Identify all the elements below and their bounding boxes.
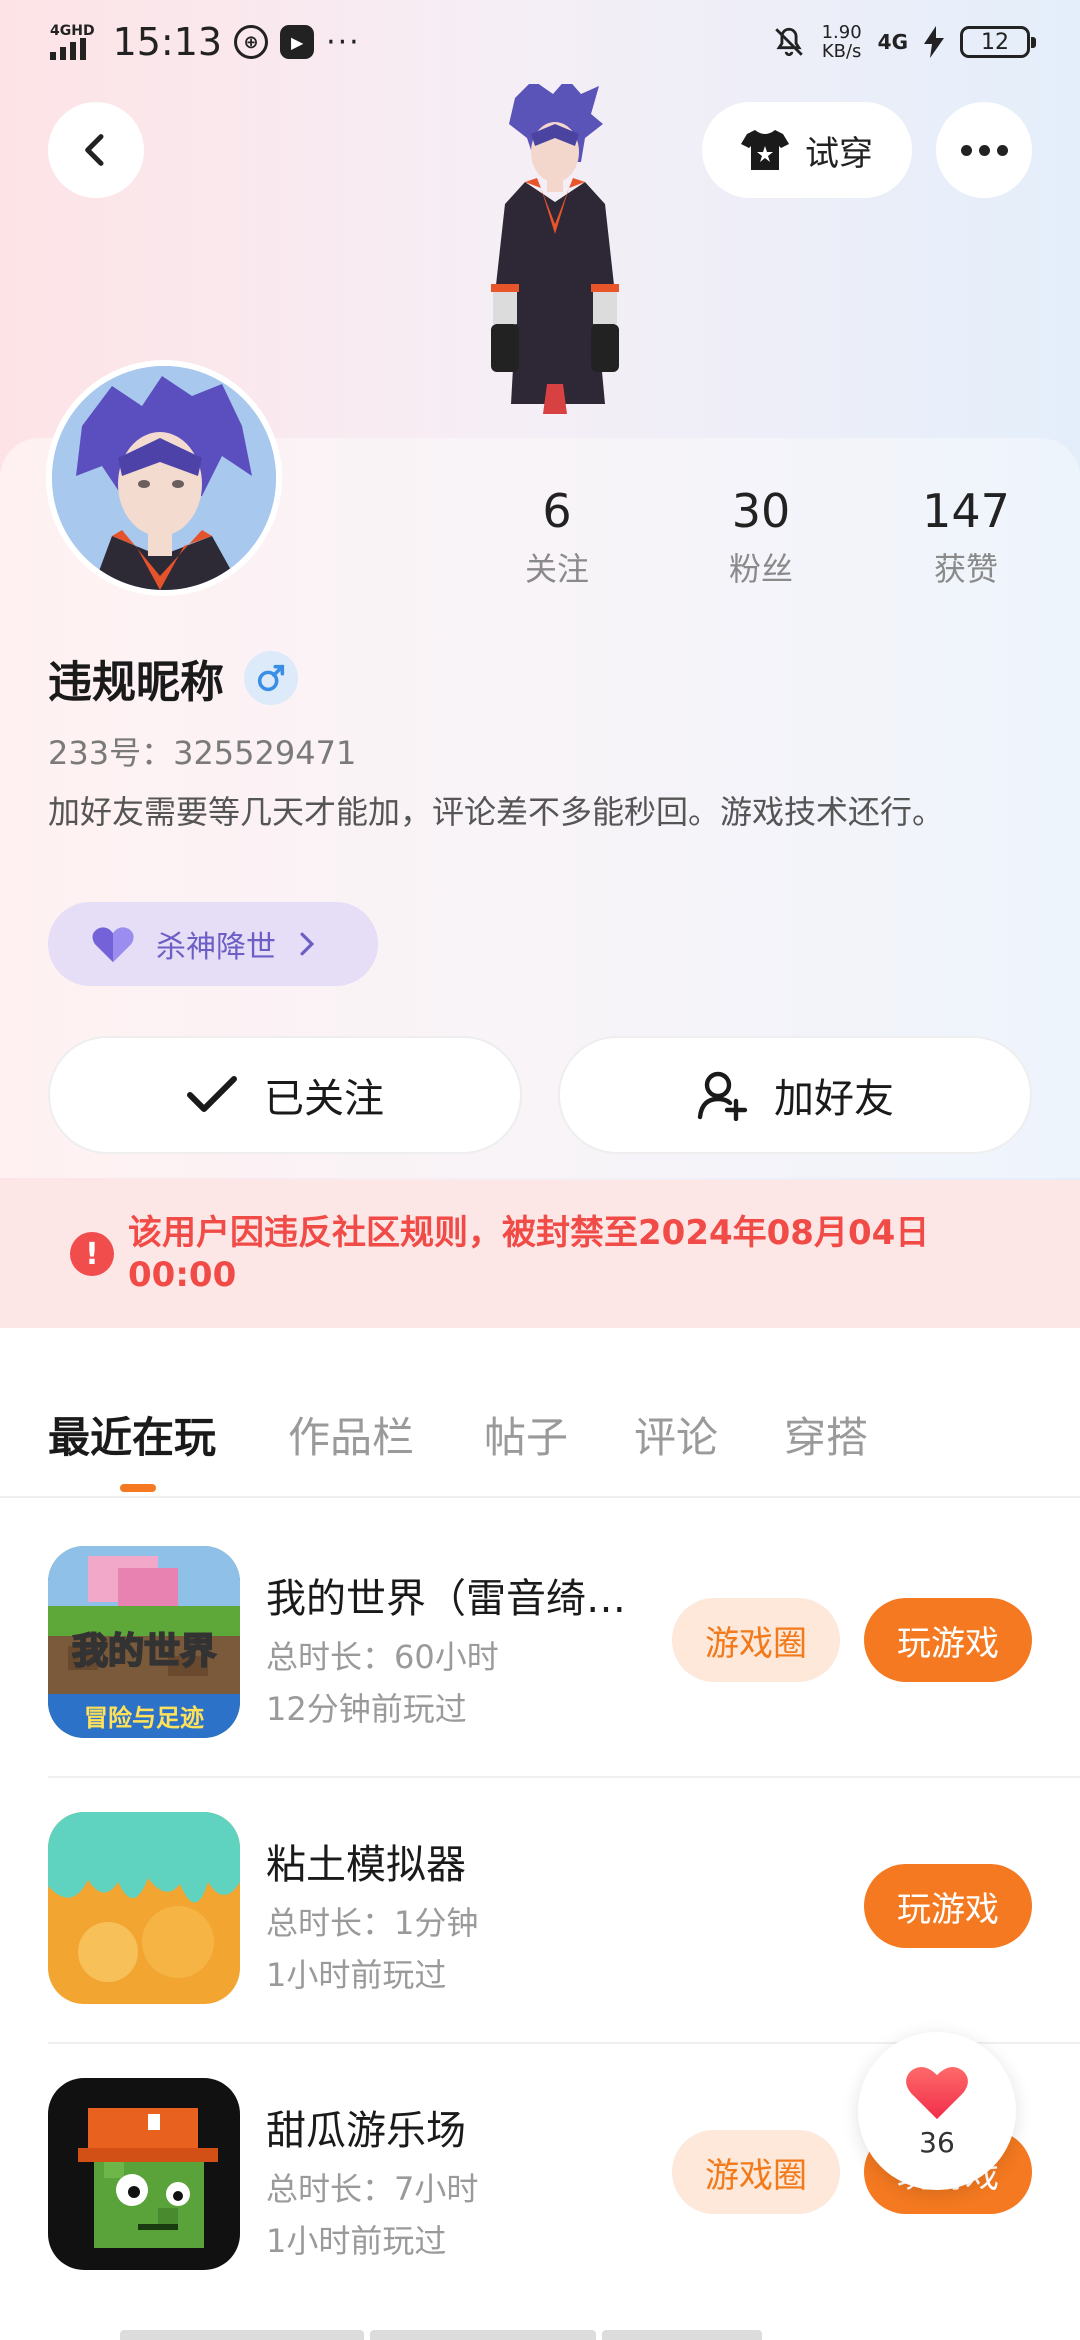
battery-icon: 12 [960, 26, 1036, 58]
network-speed: 1.90 KB/s [821, 22, 862, 62]
video-app-icon: ▶ [280, 25, 315, 59]
more-options-button[interactable] [936, 102, 1032, 198]
more-dot-icon [996, 144, 1008, 156]
game-duration: 总时长：7小时 [266, 2170, 479, 2208]
following-stat[interactable]: 6 关注 [477, 484, 637, 590]
charging-icon [924, 26, 944, 58]
character-avatar-figure [491, 84, 619, 414]
medal-badge[interactable]: 杀神降世 [48, 902, 378, 986]
tab-active-indicator [120, 1484, 156, 1492]
check-icon [187, 1076, 237, 1112]
tab-bar: 最近在玩 作品栏 帖子 评论 穿搭 [0, 1364, 1080, 1498]
back-button[interactable] [48, 102, 144, 198]
fans-stat[interactable]: 30 粉丝 [681, 484, 841, 590]
like-count: 36 [919, 2125, 955, 2159]
try-on-button[interactable]: 试穿 [702, 102, 912, 198]
notification-app-icon: ⊕ [234, 25, 269, 59]
ban-notice: ! 该用户因违反社区规则，被封禁至2024年08月04日00:00 [0, 1180, 1080, 1328]
tab-comments[interactable]: 评论 [634, 1404, 718, 1465]
status-bar: 4GHD 15:13 ⊕ ▶ ··· 1.90 KB/s 4G 12 [0, 0, 1080, 84]
tab-posts[interactable]: 帖子 [484, 1404, 568, 1465]
game-title: 甜瓜游乐场 [266, 2108, 466, 2154]
avatar-image [52, 366, 276, 590]
network-type: 4G [877, 30, 908, 54]
heart-medal-icon [92, 927, 134, 963]
followed-button[interactable]: 已关注 [48, 1036, 522, 1154]
play-game-button[interactable]: 玩游戏 [864, 1598, 1032, 1682]
game-last-played: 12分钟前玩过 [266, 1690, 467, 1728]
icon-subtitle-text: 冒险与足迹 [84, 1704, 204, 1732]
clay-simulator-game-icon [48, 1812, 240, 2004]
more-dot-icon [978, 144, 990, 156]
alert-icon: ! [70, 1232, 114, 1276]
profile-page: 4GHD 15:13 ⊕ ▶ ··· 1.90 KB/s 4G 12 试穿 6 … [0, 0, 1080, 2340]
tab-outfits[interactable]: 穿搭 [784, 1404, 868, 1465]
minecraft-game-icon: 我的世界 冒险与足迹 [48, 1546, 240, 1738]
add-friend-button[interactable]: 加好友 [558, 1036, 1032, 1154]
more-notifications-icon: ··· [326, 24, 361, 60]
ban-notice-text: 该用户因违反社区规则，被封禁至2024年08月04日00:00 [128, 1213, 930, 1295]
user-id: 233号：325529471 [48, 734, 357, 772]
like-button[interactable]: 36 [858, 2032, 1016, 2190]
content-panel: 最近在玩 作品栏 帖子 评论 穿搭 我的世界 冒险与足迹 我的世界（雷音绮… 总… [0, 1364, 1080, 2340]
clock: 15:13 [112, 20, 223, 64]
likes-stat[interactable]: 147 获赞 [886, 484, 1046, 590]
male-icon [244, 651, 298, 705]
tab-recently-played[interactable]: 最近在玩 [48, 1404, 216, 1465]
icon-title-text: 我的世界 [71, 1630, 217, 1673]
tab-works[interactable]: 作品栏 [288, 1404, 414, 1465]
game-last-played: 1小时前玩过 [266, 2222, 447, 2260]
divider [48, 1776, 1080, 1778]
chevron-right-icon [300, 932, 315, 956]
game-title: 我的世界（雷音绮… [266, 1576, 626, 1622]
game-last-played: 1小时前玩过 [266, 1956, 447, 1994]
game-duration: 总时长：60小时 [266, 1638, 499, 1676]
heart-icon [906, 2066, 968, 2119]
bottom-nav-hint [120, 2330, 960, 2340]
game-circle-button[interactable]: 游戏圈 [672, 2130, 840, 2214]
back-arrow-icon [85, 134, 104, 166]
nickname: 违规昵称 [48, 646, 298, 710]
more-dot-icon [960, 144, 972, 156]
signal-icon: 4GHD [50, 24, 95, 60]
game-duration: 总时长：1分钟 [266, 1904, 479, 1942]
add-user-icon [697, 1071, 748, 1121]
avatar[interactable] [46, 360, 282, 596]
list-item[interactable]: 我的世界 冒险与足迹 我的世界（雷音绮… 总时长：60小时 12分钟前玩过 游戏… [48, 1546, 1080, 1812]
mute-icon [774, 27, 803, 57]
melon-playground-game-icon [48, 2078, 240, 2270]
bio: 加好友需要等几天才能加，评论差不多能秒回。游戏技术还行。 [48, 793, 945, 831]
game-title: 粘土模拟器 [266, 1842, 466, 1888]
game-circle-button[interactable]: 游戏圈 [672, 1598, 840, 1682]
play-game-button[interactable]: 玩游戏 [864, 1864, 1032, 1948]
tshirt-icon [741, 130, 789, 170]
